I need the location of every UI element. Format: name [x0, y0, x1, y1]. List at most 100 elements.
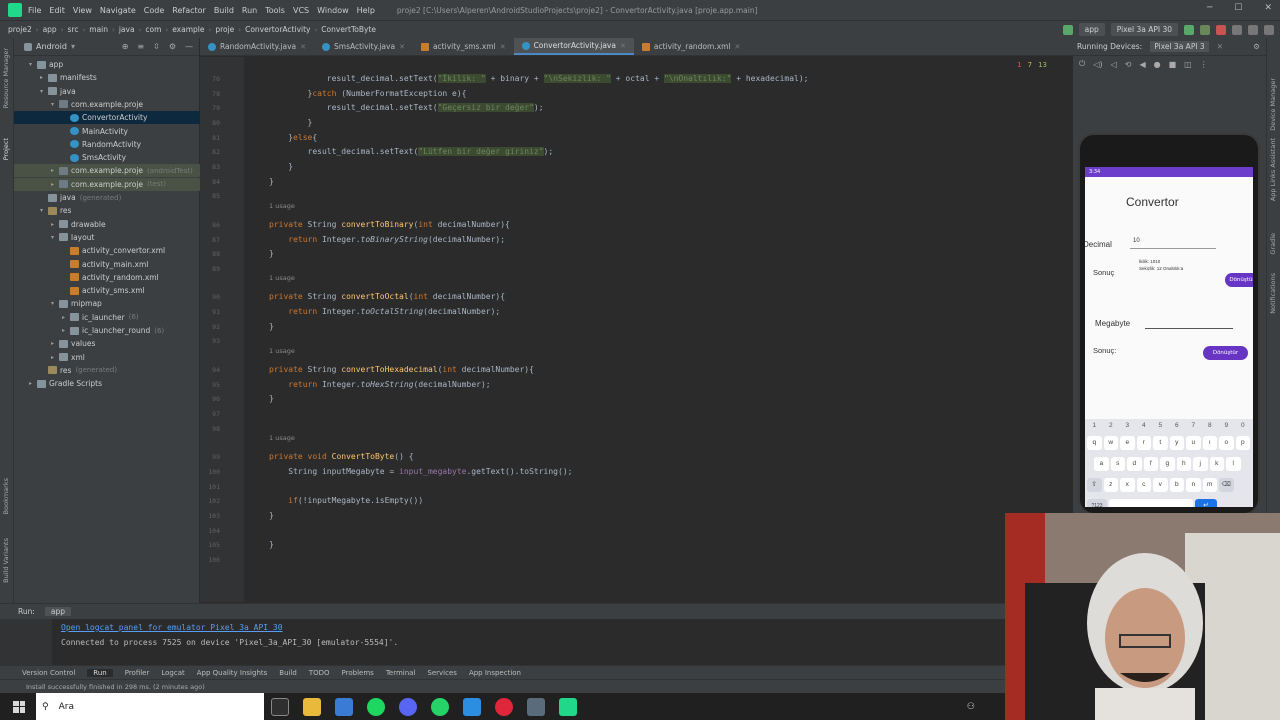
editor-tab[interactable]: SmsActivity.java ✕ — [314, 38, 413, 55]
task-view-icon[interactable] — [271, 697, 289, 716]
breadcrumb-item[interactable]: ConvertorActivity — [245, 25, 310, 34]
code-line[interactable]: } — [269, 322, 274, 331]
project-view-select[interactable]: Android — [36, 42, 67, 51]
hammer-icon[interactable] — [1062, 24, 1073, 35]
menu-item-refactor[interactable]: Refactor — [172, 6, 206, 15]
tree-item[interactable]: java (generated) — [14, 191, 200, 204]
tree-item[interactable]: MainActivity — [14, 125, 200, 138]
store-icon[interactable] — [335, 697, 353, 716]
tool-tab-services[interactable]: Services — [427, 669, 457, 677]
key-4[interactable]: 4 — [1137, 419, 1152, 433]
tree-item[interactable]: ▾ app — [14, 58, 200, 71]
key-o[interactable]: o — [1219, 436, 1234, 450]
rotate-icon[interactable]: ⟲ — [1125, 60, 1132, 69]
minimize-icon[interactable]: ─ — [1207, 3, 1212, 13]
key-g[interactable]: g — [1160, 457, 1175, 471]
run-icon[interactable] — [1184, 24, 1194, 35]
usage-hint[interactable]: 1 usage — [269, 347, 295, 355]
logcat-link[interactable]: Open logcat panel for emulator Pixel 3a … — [61, 623, 283, 632]
chevron-right-icon[interactable]: ▸ — [51, 354, 59, 361]
key-8[interactable]: 8 — [1203, 419, 1218, 433]
tool-tab-run[interactable]: Run — [87, 668, 113, 677]
chevron-right-icon[interactable]: ▸ — [51, 340, 59, 347]
settings-icon[interactable] — [1264, 24, 1274, 35]
code-line[interactable]: private String convertToBinary(int decim… — [269, 220, 510, 229]
tree-item[interactable]: ▸ drawable — [14, 218, 200, 231]
run-config-tab[interactable]: app — [44, 607, 72, 616]
menu-item-view[interactable]: View — [73, 6, 92, 15]
code-line[interactable]: } — [269, 540, 274, 549]
enter-icon[interactable]: ↵ — [1195, 499, 1217, 507]
editor-tab[interactable]: RandomActivity.java ✕ — [200, 38, 314, 55]
key-l[interactable]: l — [1226, 457, 1241, 471]
menu-item-vcs[interactable]: VCS — [293, 6, 309, 15]
run-config-select[interactable]: app — [1078, 23, 1105, 36]
breadcrumb-item[interactable]: src — [68, 25, 79, 34]
sync-icon[interactable] — [1232, 24, 1242, 35]
tool-tab-terminal[interactable]: Terminal — [386, 669, 416, 677]
tree-item[interactable]: ▸ values — [14, 337, 200, 350]
convert-button[interactable]: Dönüştür — [1225, 273, 1253, 287]
tree-item[interactable]: ▸ Gradle Scripts — [14, 377, 200, 390]
tree-item[interactable]: res (generated) — [14, 364, 200, 377]
megabyte-input[interactable] — [1145, 317, 1233, 329]
discord-icon[interactable] — [399, 697, 417, 716]
tool-tab-app-quality-insights[interactable]: App Quality Insights — [197, 669, 268, 677]
chevron-right-icon[interactable]: ▸ — [62, 327, 70, 334]
expand-icon[interactable]: ⇳ — [153, 42, 160, 51]
shift-icon[interactable]: ⇧ — [1087, 478, 1102, 492]
tree-item[interactable]: ▸ ic_launcher_round (6) — [14, 324, 200, 337]
decimal-input[interactable]: 10 — [1130, 237, 1216, 249]
key-5[interactable]: 5 — [1153, 419, 1168, 433]
tree-item[interactable]: ▸ com.example.proje (test) — [14, 177, 200, 191]
menu-item-file[interactable]: File — [28, 6, 41, 15]
close-icon[interactable]: ✕ — [399, 43, 405, 51]
more-icon[interactable]: ⋮ — [1200, 60, 1208, 69]
key-w[interactable]: w — [1103, 436, 1118, 450]
code-line[interactable]: } — [269, 249, 274, 258]
key-k[interactable]: k — [1209, 457, 1224, 471]
stop-icon[interactable] — [1216, 24, 1226, 35]
tree-item[interactable]: SmsActivity — [14, 151, 200, 164]
project-tab[interactable]: Project — [2, 138, 10, 160]
key-y[interactable]: y — [1169, 436, 1184, 450]
phone-emulator[interactable]: 3:34 Convertor Decimal 10 Sonuç İkilik: … — [1078, 133, 1260, 515]
code-line[interactable]: result_decimal.setText("Lütfen bir değer… — [269, 147, 553, 157]
chevron-right-icon[interactable]: ▸ — [29, 380, 37, 387]
inspection-widget[interactable]: 1 7 13 — [1017, 61, 1047, 69]
backspace-icon[interactable]: ⌫ — [1219, 478, 1234, 492]
menu-item-help[interactable]: Help — [357, 6, 375, 15]
code-line[interactable]: if(!inputMegabyte.isEmpty()) — [269, 496, 423, 505]
chevron-right-icon[interactable]: ▸ — [51, 167, 59, 174]
tool-tab-problems[interactable]: Problems — [342, 669, 374, 677]
debug-icon[interactable] — [1200, 24, 1210, 35]
menu-item-build[interactable]: Build — [214, 6, 234, 15]
tree-item[interactable]: activity_main.xml — [14, 258, 200, 271]
code-line[interactable]: return Integer.toBinaryString(decimalNum… — [269, 235, 505, 244]
usage-hint[interactable]: 1 usage — [269, 434, 295, 442]
key-z[interactable]: z — [1103, 478, 1118, 492]
maximize-icon[interactable]: ☐ — [1234, 3, 1242, 13]
search-icon[interactable] — [1248, 24, 1258, 35]
editor-tab[interactable]: activity_random.xml ✕ — [634, 38, 749, 55]
code-line[interactable]: } — [269, 162, 293, 171]
code-line[interactable]: }else{ — [269, 133, 317, 142]
menu-item-edit[interactable]: Edit — [49, 6, 65, 15]
tree-item[interactable]: ▸ xml — [14, 351, 200, 364]
menu-item-code[interactable]: Code — [144, 6, 164, 15]
android-studio-icon[interactable] — [559, 697, 577, 716]
tool-tab-logcat[interactable]: Logcat — [161, 669, 184, 677]
app-icon[interactable] — [527, 697, 545, 716]
close-icon[interactable]: ✕ — [1264, 3, 1272, 13]
chevron-down-icon[interactable]: ▾ — [51, 300, 59, 307]
menu-item-run[interactable]: Run — [242, 6, 257, 15]
device-manager-tab[interactable]: Device Manager — [1269, 78, 1277, 131]
usage-hint[interactable]: 1 usage — [269, 274, 295, 282]
opera-icon[interactable] — [495, 697, 513, 716]
locate-icon[interactable]: ⊕ — [122, 42, 129, 51]
collapse-icon[interactable]: ≡ — [137, 42, 144, 51]
code-line[interactable]: result_decimal.setText("Geçersiz bir değ… — [269, 103, 544, 113]
code-line[interactable]: } — [269, 511, 274, 520]
tree-item[interactable]: ▾ com.example.proje — [14, 98, 200, 111]
code-line[interactable]: return Integer.toOctalString(decimalNumb… — [269, 307, 500, 316]
